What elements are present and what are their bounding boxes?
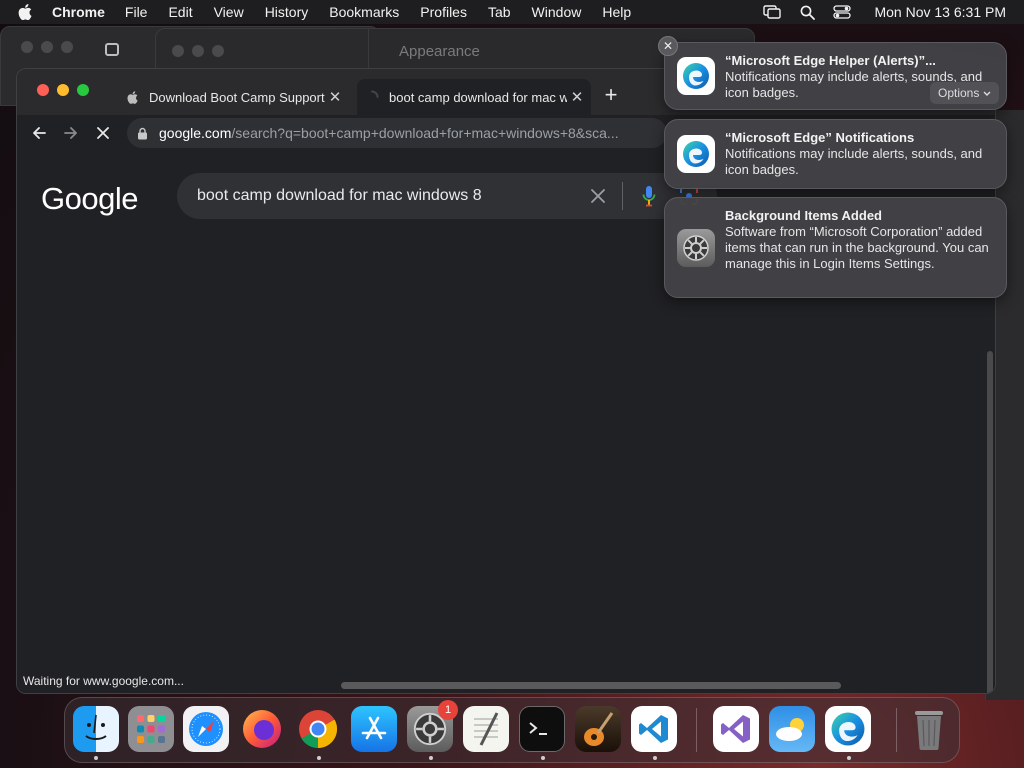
menu-window[interactable]: Window: [532, 4, 582, 20]
launchpad-icon[interactable]: [128, 706, 174, 752]
control-center-icon[interactable]: [833, 5, 852, 19]
close-tab-icon[interactable]: ✕: [567, 88, 587, 106]
notification-options-button[interactable]: Options: [930, 82, 1000, 104]
notification-title: Background Items Added: [725, 208, 882, 223]
menu-view[interactable]: View: [214, 4, 244, 20]
zoom-window-button[interactable]: [77, 84, 89, 96]
clear-search-icon[interactable]: [586, 188, 610, 204]
new-tab-button[interactable]: +: [601, 82, 621, 108]
apple-menu-icon[interactable]: [18, 4, 34, 20]
address-bar[interactable]: google.com/search?q=boot+camp+download+f…: [127, 118, 667, 148]
settings-window-title: Appearance: [399, 43, 480, 60]
menu-app-name[interactable]: Chrome: [52, 4, 105, 20]
menu-bar: Chrome File Edit View History Bookmarks …: [0, 0, 1024, 24]
menu-file[interactable]: File: [125, 4, 148, 20]
url-path: /search?q=boot+camp+download+for+mac+win…: [231, 125, 619, 141]
stop-loading-button[interactable]: [87, 119, 119, 147]
loading-icon: [365, 90, 379, 104]
spotlight-search-icon[interactable]: [798, 5, 816, 20]
search-input[interactable]: boot camp download for mac windows 8: [197, 187, 586, 205]
microsoft-edge-icon[interactable]: [825, 706, 871, 752]
menubar-clock[interactable]: Mon Nov 13 6:31 PM: [874, 4, 1006, 20]
background-window-controls: [21, 41, 73, 53]
options-label: Options: [938, 86, 980, 100]
visual-studio-icon[interactable]: [713, 706, 759, 752]
tab-google-search[interactable]: boot camp download for mac windows 8 ✕: [357, 79, 591, 115]
garageband-icon[interactable]: [575, 706, 621, 752]
app-store-icon[interactable]: [351, 706, 397, 752]
textedit-icon[interactable]: [463, 706, 509, 752]
menu-tab[interactable]: Tab: [488, 4, 511, 20]
menu-bookmarks[interactable]: Bookmarks: [329, 4, 399, 20]
edge-icon: [677, 135, 715, 173]
notification-badge: 1: [438, 700, 458, 720]
edge-icon: [677, 57, 715, 95]
window-controls: [37, 84, 89, 96]
lock-icon[interactable]: [137, 127, 151, 140]
trash-icon[interactable]: [906, 706, 952, 752]
notification-background-items[interactable]: Background Items Added Software from “Mi…: [664, 197, 1007, 298]
menu-edit[interactable]: Edit: [168, 4, 192, 20]
tab-label: boot camp download for mac windows 8: [389, 89, 567, 105]
system-settings-icon: [677, 229, 715, 267]
tab-boot-camp-support[interactable]: Download Boot Camp Support ✕: [117, 79, 349, 115]
menu-help[interactable]: Help: [602, 4, 631, 20]
safari-icon[interactable]: [183, 706, 229, 752]
vertical-scrollbar[interactable]: [987, 351, 993, 693]
notification-title: “Microsoft Edge Helper (Alerts)”...: [725, 53, 936, 68]
minimize-window-button[interactable]: [57, 84, 69, 96]
tab-label: Download Boot Camp Support: [149, 89, 325, 105]
apple-icon: [125, 90, 139, 104]
weather-icon[interactable]: [769, 706, 815, 752]
notification-title: “Microsoft Edge” Notifications: [725, 130, 915, 145]
settings-window-controls: [172, 45, 224, 57]
dock: [64, 697, 960, 763]
finder-icon[interactable]: [73, 706, 119, 752]
chrome-icon[interactable]: [295, 706, 341, 752]
terminal-icon[interactable]: [519, 706, 565, 752]
forward-button[interactable]: [55, 119, 87, 147]
status-bar: Waiting for www.google.com...: [17, 669, 190, 693]
menubar-status-area: Mon Nov 13 6:31 PM: [763, 0, 1006, 24]
sidebar-toggle-icon: [105, 43, 119, 56]
back-button[interactable]: [23, 119, 55, 147]
vscode-icon[interactable]: [631, 706, 677, 752]
firefox-icon[interactable]: [239, 706, 285, 752]
url-host: google.com: [159, 125, 232, 141]
menu-history[interactable]: History: [265, 4, 309, 20]
close-notification-icon[interactable]: ✕: [658, 36, 678, 56]
google-logo[interactable]: Google: [41, 181, 138, 217]
horizontal-scrollbar[interactable]: [341, 682, 841, 689]
menu-profiles[interactable]: Profiles: [420, 4, 467, 20]
notification-edge-notifications[interactable]: “Microsoft Edge” Notifications Notificat…: [664, 119, 1007, 189]
notification-body: Notifications may include alerts, sounds…: [725, 146, 983, 177]
search-box[interactable]: boot camp download for mac windows 8: [177, 173, 717, 219]
chevron-down-icon: [983, 86, 991, 100]
voice-search-icon[interactable]: [637, 185, 661, 207]
screen-mirroring-icon[interactable]: [763, 5, 782, 19]
notification-body: Software from “Microsoft Corporation” ad…: [725, 224, 989, 271]
close-window-button[interactable]: [37, 84, 49, 96]
close-tab-icon[interactable]: ✕: [325, 88, 345, 106]
